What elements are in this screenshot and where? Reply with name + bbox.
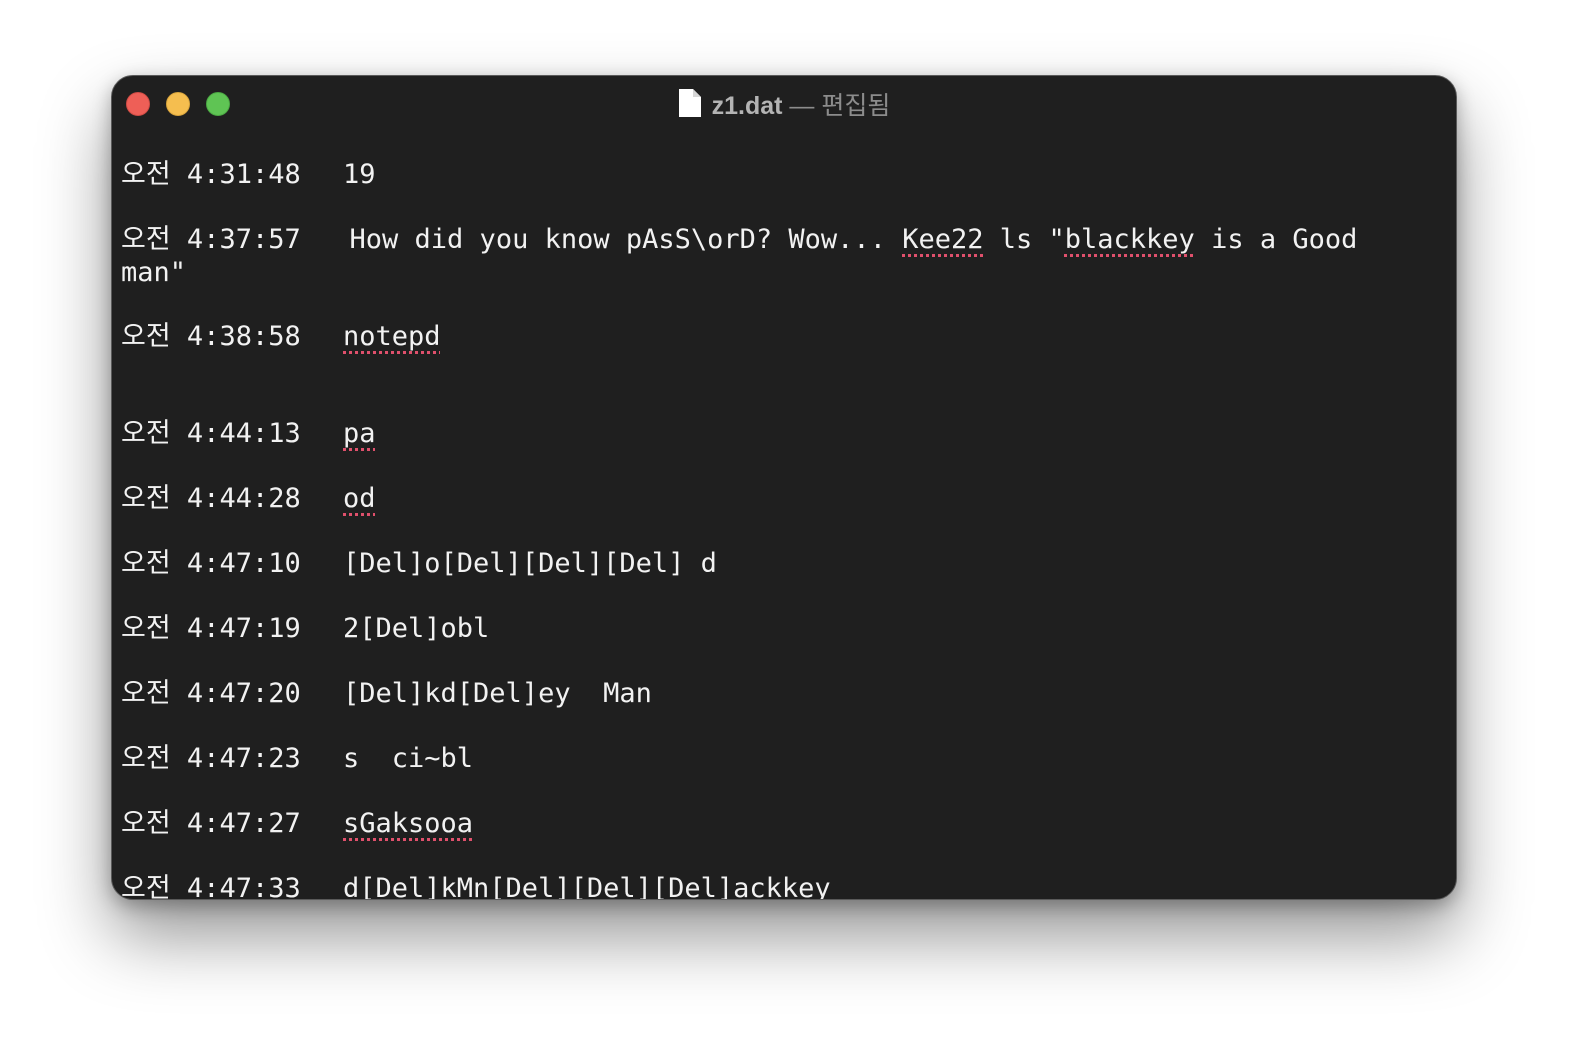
log-line[interactable]: 오전 4:31:48 19: [121, 158, 1441, 191]
log-timestamp: 오전 4:47:33: [121, 873, 301, 900]
log-text: 19: [343, 158, 376, 191]
log-timestamp: 오전 4:47:20: [121, 678, 301, 709]
text-segment: [Del]kd[Del]ey Man: [343, 678, 652, 709]
log-text: How did you know pAsS\orD? Wow... Kee22 …: [121, 224, 1357, 288]
editor-window: z1.dat — 편집됨 오전 4:31:48 19 오전 4:37:57 How …: [111, 75, 1457, 900]
log-timestamp: 오전 4:47:23: [121, 743, 301, 774]
log-timestamp: 오전 4:47:27: [121, 808, 301, 839]
text-segment: ls ": [983, 224, 1065, 255]
log-line[interactable]: 오전 4:44:13 pa: [121, 417, 1441, 450]
title-separator: —: [789, 92, 815, 120]
text-segment: How did you know pAsS\orD? Wow...: [349, 224, 903, 255]
log-line[interactable]: 오전 4:38:58 notepd: [121, 320, 1441, 353]
log-timestamp: 오전 4:44:13: [121, 418, 301, 449]
log-text: 2[Del]obl: [343, 612, 489, 645]
log-text: [Del]kd[Del]ey Man: [343, 677, 652, 710]
log-line[interactable]: 오전 4:37:57 How did you know pAsS\orD? Wo…: [121, 223, 1441, 289]
log-text: od: [343, 482, 376, 515]
log-timestamp: 오전 4:37:57: [121, 224, 301, 255]
text-segment: s ci~bl: [343, 743, 474, 774]
log-text: [Del]o[Del][Del][Del] d: [343, 547, 717, 580]
log-text: sGaksooa: [343, 807, 473, 840]
misspelled-word: blackkey: [1064, 224, 1195, 255]
document-icon: [678, 89, 701, 117]
log-text: s ci~bl: [343, 742, 473, 775]
misspelled-word: pa: [343, 418, 376, 449]
log-line[interactable]: 오전 4:47:33 d[Del]kMn[Del][Del][Del]ackkey: [121, 872, 1441, 900]
log-text: d[Del]kMn[Del][Del][Del]ackkey: [343, 872, 831, 900]
text-segment: 2[Del]obl: [343, 613, 490, 644]
text-segment: [Del]o[Del][Del][Del] d: [343, 548, 717, 579]
window-title: z1.dat — 편집됨: [112, 88, 1456, 121]
log-line[interactable]: 오전 4:44:28 od: [121, 482, 1441, 515]
log-timestamp: 오전 4:47:10: [121, 548, 301, 579]
log-timestamp: 오전 4:44:28: [121, 483, 301, 514]
title-file-name: z1.dat: [711, 92, 783, 120]
log-timestamp: 오전 4:31:48: [121, 159, 301, 190]
title-bar[interactable]: z1.dat — 편집됨: [112, 76, 1456, 132]
log-line[interactable]: 오전 4:47:10 [Del]o[Del][Del][Del] d: [121, 547, 1441, 580]
log-line[interactable]: 오전 4:47:20 [Del]kd[Del]ey Man: [121, 677, 1441, 710]
log-text: pa: [343, 417, 376, 450]
log-line[interactable]: 오전 4:47:27 sGaksooa: [121, 807, 1441, 840]
misspelled-word: Kee22: [902, 224, 984, 255]
text-segment: 19: [343, 159, 376, 190]
log-line[interactable]: 오전 4:47:19 2[Del]obl: [121, 612, 1441, 645]
log-timestamp: 오전 4:47:19: [121, 613, 301, 644]
log-text: notepd: [343, 320, 441, 353]
log-timestamp: 오전 4:38:58: [121, 321, 301, 352]
misspelled-word: sGaksooa: [343, 808, 474, 839]
title-edited-status: 편집됨: [821, 92, 891, 120]
log-line[interactable]: 오전 4:47:23 s ci~bl: [121, 742, 1441, 775]
text-segment: d[Del]kMn[Del][Del][Del]ackkey: [343, 873, 831, 900]
misspelled-word: notepd: [343, 321, 441, 352]
misspelled-word: od: [343, 483, 376, 514]
